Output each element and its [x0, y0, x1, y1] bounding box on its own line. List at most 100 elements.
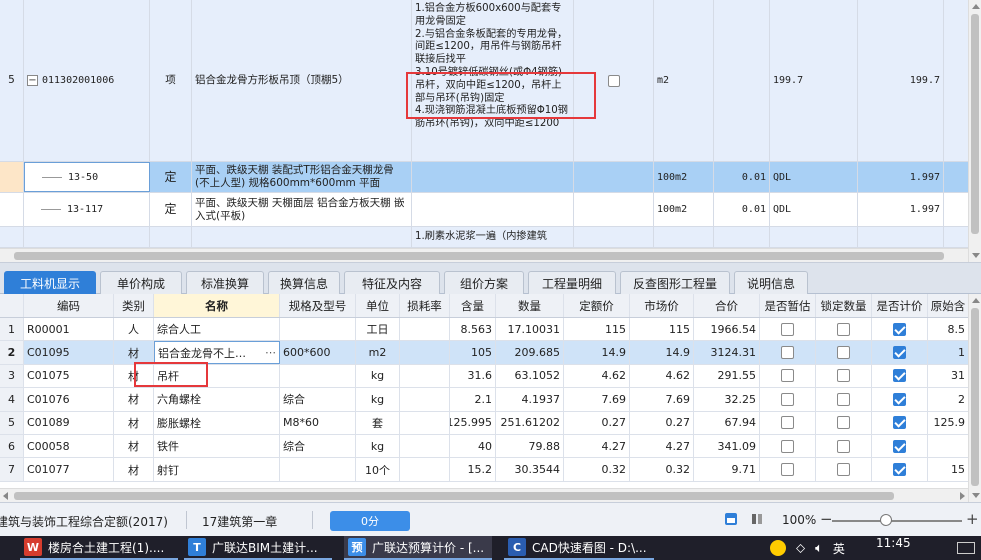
loss-rate[interactable] [400, 458, 450, 481]
score-button[interactable]: 0分 [330, 511, 410, 531]
split-view-icon[interactable] [750, 512, 764, 526]
top-horizontal-scrollbar[interactable] [0, 248, 968, 262]
resource-name[interactable]: 射钉 [154, 458, 280, 481]
zoom-out-icon[interactable]: − [820, 510, 833, 528]
resource-content[interactable]: 105 [450, 341, 496, 364]
quota-name[interactable]: 平面、跌级天棚 装配式T形铝合金天棚龙骨(不上人型) 规格600mm*600mm… [192, 162, 412, 192]
header-market-price[interactable]: 市场价 [630, 294, 694, 317]
priced-checkbox[interactable] [893, 346, 906, 360]
resource-content[interactable]: 40 [450, 435, 496, 458]
header-spec[interactable]: 规格及型号 [280, 294, 356, 317]
priced-checkbox[interactable] [893, 463, 906, 477]
resource-name[interactable]: 铝合金龙骨不上… ⋯ [154, 341, 280, 364]
bottom-vertical-scrollbar[interactable] [968, 294, 981, 502]
table-row[interactable]: 1 R00001 人综合人工 工日 8.563 17.10031 115 115 1966.54… [0, 318, 968, 342]
taskbar-item[interactable]: T 广联达BIM土建计... [184, 536, 332, 560]
lock-qty-checkbox[interactable] [837, 392, 850, 406]
lock-qty-checkbox[interactable] [837, 369, 850, 383]
resource-content[interactable]: 31.6 [450, 364, 496, 388]
resource-code[interactable]: C01076 [24, 388, 114, 411]
taskbar-item-active[interactable]: 预 广联达预算计价 - [... [344, 536, 492, 560]
header-quota-price[interactable]: 定额价 [564, 294, 630, 317]
table-row[interactable]: 5 C01089 材膨胀螺栓 M8*60 套 125.995 251.61202 0.27 0.… [0, 411, 968, 435]
qq-icon[interactable] [770, 540, 786, 556]
header-quantity[interactable]: 数量 [496, 294, 564, 317]
tab-standard-conversion[interactable]: 标准换算 [186, 271, 264, 295]
header-lock-qty[interactable]: 锁定数量 [816, 294, 872, 317]
table-row[interactable]: 3 C01075 材吊杆 kg 31.6 63.1052 4.62 4.62 291.55 31 [0, 364, 968, 389]
lock-qty-checkbox[interactable] [837, 322, 850, 336]
scroll-thumb[interactable] [14, 252, 944, 260]
header-code[interactable]: 编码 [24, 294, 114, 317]
checkbox[interactable] [607, 74, 620, 87]
quota-code-cell[interactable]: 13-50 [24, 162, 150, 192]
table-row[interactable]: 1.刷素水泥浆一遍（内掺建筑 [0, 227, 968, 248]
scroll-up-icon[interactable] [972, 4, 980, 9]
scroll-up-icon[interactable] [972, 298, 980, 303]
header-provisional[interactable]: 是否暂估 [760, 294, 816, 317]
volume-icon[interactable]: 🔈︎ [815, 541, 823, 556]
resource-name[interactable]: 六角螺栓 [154, 388, 280, 411]
loss-rate[interactable] [400, 341, 450, 364]
zoom-slider-handle[interactable] [880, 514, 892, 526]
resource-content[interactable]: 125.995 [450, 411, 496, 434]
market-price[interactable]: 115 [630, 318, 694, 341]
zoom-in-icon[interactable]: + [966, 510, 979, 528]
header-loss-rate[interactable]: 损耗率 [400, 294, 450, 317]
scroll-thumb[interactable] [971, 308, 979, 486]
lock-qty-checkbox[interactable] [837, 463, 850, 477]
tab-labor-material-machine[interactable]: 工料机显示 [4, 271, 96, 295]
resource-code[interactable]: C01089 [24, 411, 114, 434]
loss-rate[interactable] [400, 318, 450, 341]
resource-content[interactable]: 15.2 [450, 458, 496, 481]
priced-checkbox[interactable] [893, 416, 906, 430]
priced-checkbox[interactable] [893, 369, 906, 383]
resource-name[interactable]: 膨胀螺栓 [154, 411, 280, 434]
market-price[interactable]: 0.27 [630, 411, 694, 434]
resource-code[interactable]: C01075 [24, 364, 114, 388]
bottom-horizontal-scrollbar[interactable] [0, 488, 968, 502]
notification-icon[interactable] [957, 542, 975, 554]
resource-code[interactable]: C01077 [24, 458, 114, 481]
quota-name[interactable]: 平面、跌级天棚 天棚面层 铝合金方板天棚 嵌入式(平板) [192, 193, 412, 226]
resource-spec[interactable] [280, 318, 356, 341]
table-row[interactable]: 13-117 定 平面、跌级天棚 天棚面层 铝合金方板天棚 嵌入式(平板) 10… [0, 193, 968, 227]
table-row[interactable]: 13-50 定 平面、跌级天棚 装配式T形铝合金天棚龙骨(不上人型) 规格600… [0, 162, 968, 193]
loss-rate[interactable] [400, 388, 450, 411]
scroll-thumb[interactable] [14, 492, 894, 500]
table-row[interactable]: 7 C01077 材射钉 10个 15.2 30.3544 0.32 0.32 9.71 15 [0, 458, 968, 482]
scroll-right-icon[interactable] [960, 492, 965, 500]
provisional-checkbox[interactable] [781, 369, 794, 383]
scroll-thumb[interactable] [971, 14, 979, 234]
tab-notes[interactable]: 说明信息 [734, 271, 808, 295]
provisional-checkbox[interactable] [781, 322, 794, 336]
loss-rate[interactable] [400, 435, 450, 458]
header-unit[interactable]: 单位 [356, 294, 400, 317]
resource-spec[interactable] [280, 364, 356, 388]
qty-expression[interactable]: 199.7 [770, 0, 858, 161]
tab-unit-price[interactable]: 单价构成 [100, 271, 182, 295]
resource-spec[interactable]: M8*60 [280, 411, 356, 434]
priced-checkbox[interactable] [893, 322, 906, 336]
taskbar-item[interactable]: C CAD快速看图 - D:\... [504, 536, 654, 560]
market-price[interactable]: 4.62 [630, 364, 694, 388]
header-priced[interactable]: 是否计价 [872, 294, 928, 317]
lock-qty-checkbox[interactable] [837, 416, 850, 430]
provisional-checkbox[interactable] [781, 346, 794, 360]
resource-spec[interactable] [280, 458, 356, 481]
qty-expression[interactable]: QDL [770, 193, 858, 226]
page-view-icon[interactable] [724, 512, 738, 526]
resource-code[interactable]: C01095 [24, 341, 114, 364]
loss-rate[interactable] [400, 411, 450, 434]
resource-spec[interactable]: 综合 [280, 388, 356, 411]
item-name[interactable]: 铝合金龙骨方形板吊顶（顶棚5） [192, 0, 412, 161]
collapse-icon[interactable]: − [27, 75, 38, 86]
header-name[interactable]: 名称 [154, 294, 280, 317]
ime-indicator[interactable]: 英 [833, 540, 845, 557]
tab-reverse-lookup[interactable]: 反查图形工程量 [620, 271, 730, 295]
quota-code-cell[interactable]: 13-117 [24, 193, 150, 226]
loss-rate[interactable] [400, 364, 450, 388]
resource-spec[interactable]: 600*600 [280, 341, 356, 364]
tab-pricing-scheme[interactable]: 组价方案 [444, 271, 524, 295]
taskbar-item[interactable]: W 楼房合土建工程(1).... [20, 536, 178, 560]
